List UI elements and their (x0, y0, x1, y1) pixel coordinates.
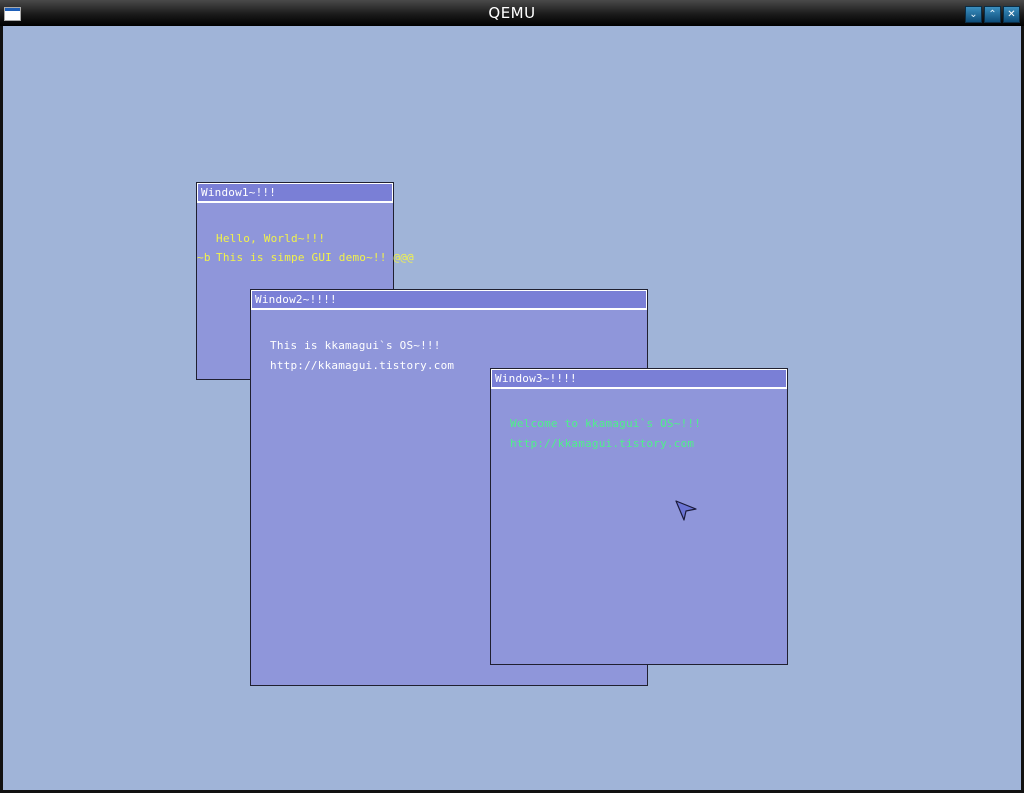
window-1-line-2-prefix: ~b (197, 251, 211, 264)
window-1-title: Window1~!!! (201, 186, 277, 199)
minimize-button[interactable]: ⌄ (965, 6, 982, 23)
qemu-window-title: QEMU (488, 4, 536, 22)
maximize-button[interactable]: ⌃ (984, 6, 1001, 23)
window-2-title: Window2~!!!! (255, 293, 337, 306)
qemu-titlebar[interactable]: QEMU ⌄ ⌃ ✕ (0, 0, 1024, 26)
window-3-title: Window3~!!!! (495, 372, 577, 385)
window-1-line-1: Hello, World~!!! (216, 232, 326, 245)
window-1-line-2: This is simpe GUI demo~!! @@@ (216, 251, 414, 264)
window-2-titlebar[interactable]: Window2~!!!! (251, 290, 647, 310)
close-button[interactable]: ✕ (1003, 6, 1020, 23)
window-2-line-2: http://kkamagui.tistory.com (270, 359, 455, 372)
window-3[interactable]: Window3~!!!! Welcome to kkamagui`s OS~!!… (490, 368, 788, 665)
window-1-titlebar[interactable]: Window1~!!! (197, 183, 393, 203)
qemu-window-controls: ⌄ ⌃ ✕ (965, 6, 1020, 23)
window-3-line-2: http://kkamagui.tistory.com (510, 437, 695, 450)
window-3-titlebar[interactable]: Window3~!!!! (491, 369, 787, 389)
mouse-cursor-icon (675, 500, 697, 521)
window-2-line-1: This is kkamagui`s OS~!!! (270, 339, 441, 352)
window-3-line-1: Welcome to kkamagui`s OS~!!! (510, 417, 702, 430)
